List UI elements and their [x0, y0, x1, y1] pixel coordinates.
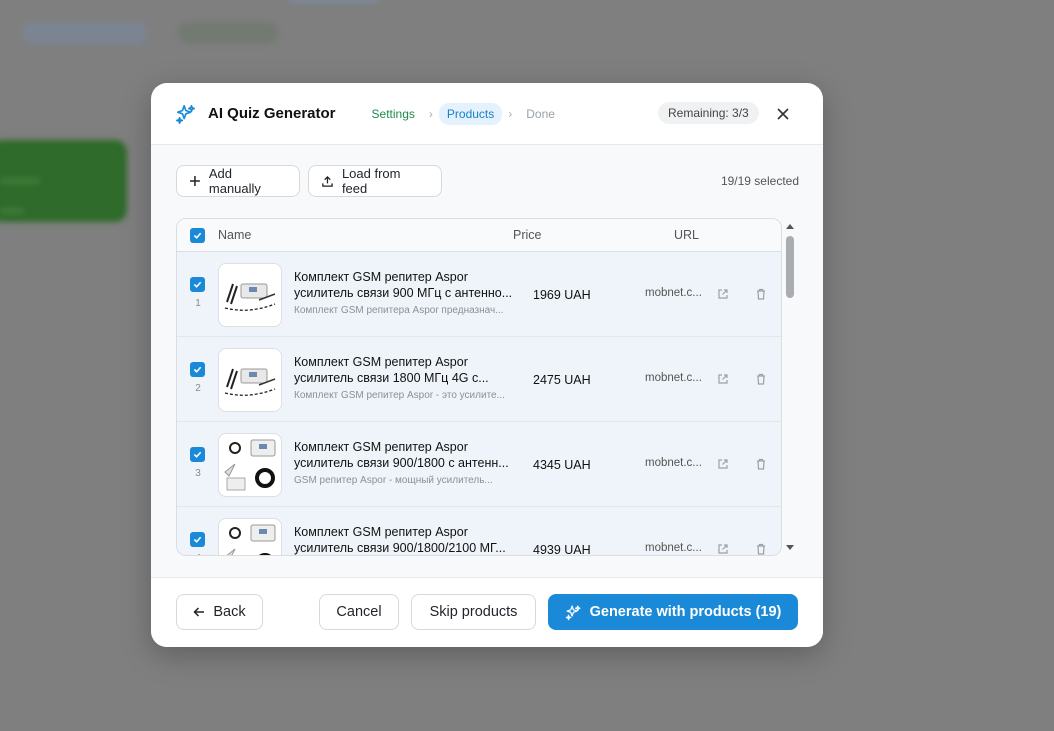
product-description: Комплект GSM репитер Aspor - это усилите…	[294, 390, 505, 401]
chevron-right-icon: ›	[508, 106, 513, 121]
step-products[interactable]: Products	[438, 102, 503, 125]
back-label: Back	[213, 604, 246, 620]
check-icon	[193, 232, 202, 239]
load-from-feed-button[interactable]: Load from feed	[308, 165, 442, 197]
load-from-feed-label: Load from feed	[341, 166, 401, 196]
product-price: 2475 UAH	[533, 373, 591, 387]
trash-icon[interactable]	[755, 457, 767, 470]
product-description: Комплект GSM репитера Aspor предназнач..…	[294, 305, 504, 316]
table-row: 4 Комплект GSM репитер Aspor усилитель с…	[177, 507, 781, 556]
external-link-icon[interactable]	[717, 457, 729, 469]
add-manually-label: Add manually	[208, 166, 261, 196]
sparkles-icon	[175, 103, 197, 125]
row-checkbox[interactable]	[190, 447, 205, 462]
step-settings[interactable]: Settings	[364, 103, 423, 125]
product-image	[218, 433, 282, 497]
product-image	[218, 518, 282, 555]
product-url: mobnet.c...	[645, 287, 702, 299]
external-link-icon[interactable]	[717, 542, 729, 554]
sparkles-icon	[565, 604, 581, 620]
row-checkbox[interactable]	[190, 532, 205, 547]
backdrop-element	[178, 22, 278, 44]
row-number: 4	[192, 553, 204, 555]
scrollbar-thumb[interactable]	[786, 236, 794, 298]
backdrop-element	[0, 178, 40, 184]
row-checkbox[interactable]	[190, 362, 205, 377]
product-price: 1969 UAH	[533, 288, 591, 302]
skip-products-button[interactable]: Skip products	[411, 594, 536, 630]
product-title: Комплект GSM репитер Aspor усилитель свя…	[294, 439, 520, 471]
check-icon	[193, 536, 202, 543]
external-link-icon[interactable]	[717, 287, 729, 299]
product-price: 4939 UAH	[533, 543, 591, 556]
product-title: Комплект GSM репитер Aspor усилитель свя…	[294, 524, 520, 555]
product-price: 4345 UAH	[533, 458, 591, 472]
product-image	[218, 263, 282, 327]
products-table: Name Price URL 1 Комплект GSM репитер As…	[176, 218, 782, 556]
modal-title: AI Quiz Generator	[208, 105, 336, 122]
row-number: 3	[195, 468, 201, 479]
product-title-line2: усилитель связи 1800 МГц 4G с...	[294, 371, 489, 385]
table-row: 1 Комплект GSM репитер Aspor усилитель с…	[177, 252, 781, 337]
step-done: Done	[526, 106, 555, 121]
row-number: 2	[195, 383, 201, 394]
row-number: 1	[195, 298, 201, 309]
chevron-right-icon: ›	[428, 106, 433, 121]
backdrop-element	[0, 208, 24, 214]
plus-icon	[189, 176, 200, 186]
modal-body: Add manually Load from feed 19/19 select…	[151, 145, 823, 577]
header-price: Price	[513, 228, 542, 242]
table-header: Name Price URL	[177, 219, 781, 252]
modal-header: AI Quiz Generator Settings › Products › …	[151, 83, 823, 145]
product-title-line1: Комплект GSM репитер Aspor	[294, 525, 468, 539]
table-row: 3 Комплект GSM репитер Aspor усилитель с…	[177, 422, 781, 507]
close-icon	[777, 108, 789, 120]
generate-with-products-button[interactable]: Generate with products (19)	[548, 594, 798, 630]
upload-icon	[322, 175, 333, 187]
product-title-line2: усилитель связи 900 МГц с антенно...	[294, 286, 513, 300]
product-title-line2: усилитель связи 900/1800/2100 МГ...	[294, 541, 506, 555]
cancel-label: Cancel	[336, 604, 382, 620]
arrow-left-icon	[193, 607, 205, 617]
trash-icon[interactable]	[755, 372, 767, 385]
back-button[interactable]: Back	[176, 594, 263, 630]
check-icon	[193, 451, 202, 458]
product-title-line1: Комплект GSM репитер Aspor	[294, 355, 468, 369]
skip-products-label: Skip products	[429, 604, 518, 620]
quiz-generator-modal: AI Quiz Generator Settings › Products › …	[151, 83, 823, 647]
close-button[interactable]	[773, 104, 793, 124]
product-description: GSM репитер Aspor - мощный усилитель...	[294, 475, 493, 486]
product-title-line2: усилитель связи 900/1800 с антенн...	[294, 456, 509, 470]
remaining-badge: Remaining: 3/3	[658, 102, 759, 124]
generate-label: Generate with products (19)	[589, 604, 782, 620]
external-link-icon[interactable]	[717, 372, 729, 384]
product-title: Комплект GSM репитер Aspor усилитель свя…	[294, 269, 520, 301]
backdrop-element	[22, 22, 147, 44]
product-url: mobnet.c...	[645, 372, 702, 384]
row-checkbox[interactable]	[190, 277, 205, 292]
product-url: mobnet.c...	[645, 457, 702, 469]
scroll-down-arrow-icon[interactable]	[786, 545, 794, 550]
scroll-up-arrow-icon[interactable]	[786, 224, 794, 229]
product-title-line1: Комплект GSM репитер Aspor	[294, 440, 468, 454]
modal-footer: Back Cancel Skip products Generate with …	[151, 577, 823, 647]
selected-count: 19/19 selected	[720, 174, 799, 188]
header-url: URL	[674, 228, 700, 242]
table-row: 2 Комплект GSM репитер Aspor усилитель с…	[177, 337, 781, 422]
trash-icon[interactable]	[755, 542, 767, 555]
product-title: Комплект GSM репитер Aspor усилитель свя…	[294, 354, 520, 386]
trash-icon[interactable]	[755, 287, 767, 300]
table-scrollbar[interactable]	[785, 218, 795, 556]
add-manually-button[interactable]: Add manually	[176, 165, 300, 197]
cancel-button[interactable]: Cancel	[319, 594, 399, 630]
product-url: mobnet.c...	[645, 542, 702, 554]
product-image	[218, 348, 282, 412]
stepper: Settings › Products › Done	[364, 102, 563, 125]
backdrop-element	[288, 0, 380, 4]
check-icon	[193, 281, 202, 288]
select-all-checkbox[interactable]	[190, 228, 205, 243]
check-icon	[193, 366, 202, 373]
header-name: Name	[218, 228, 252, 242]
product-title-line1: Комплект GSM репитер Aspor	[294, 270, 468, 284]
